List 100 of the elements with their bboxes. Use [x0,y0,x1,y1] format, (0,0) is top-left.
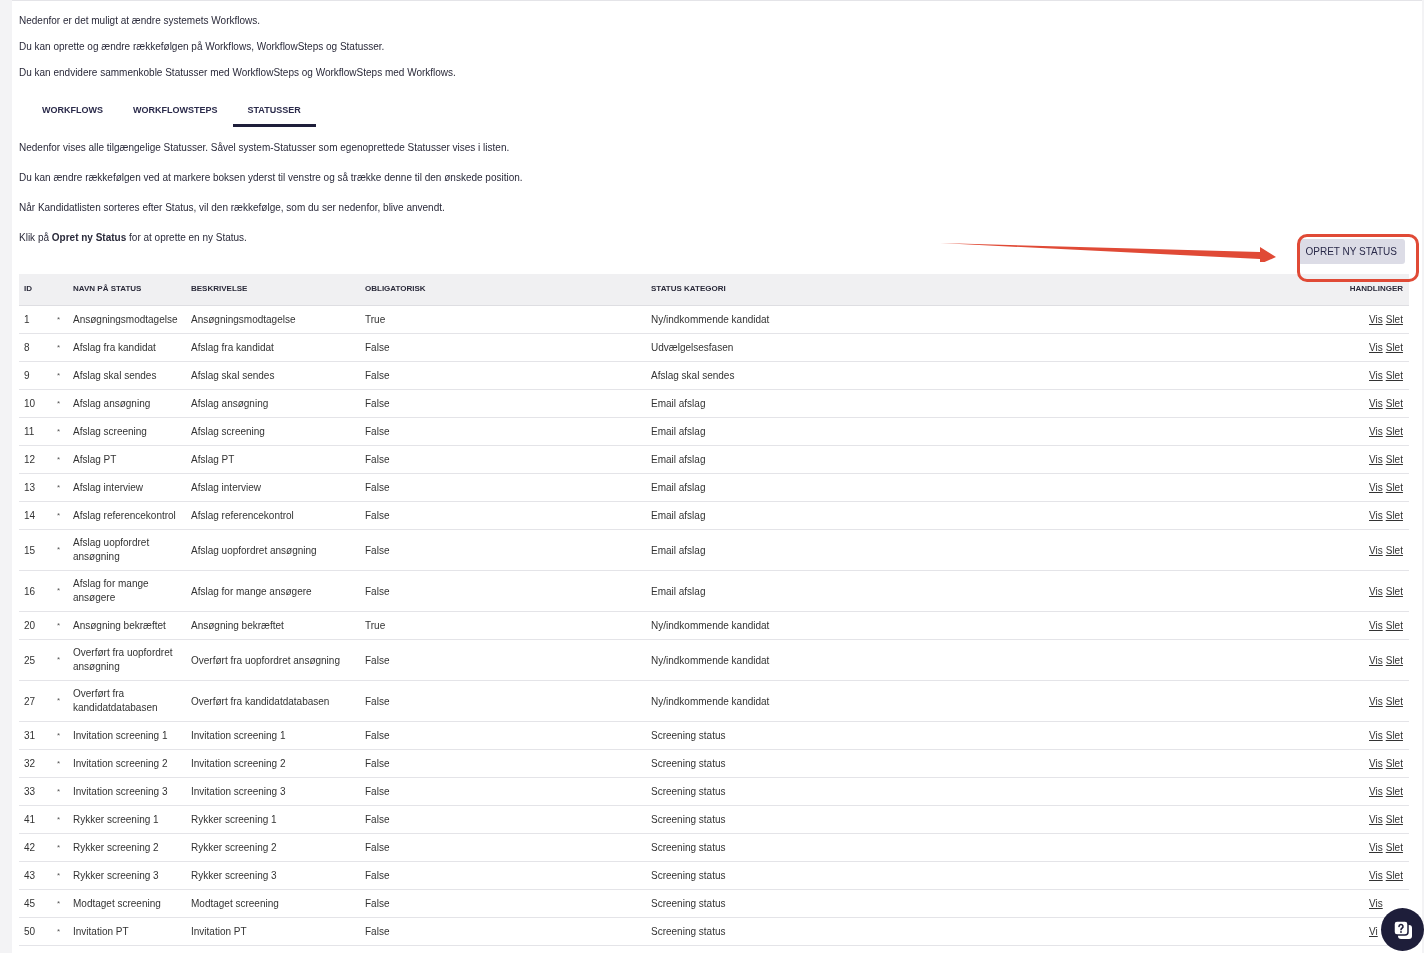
drag-handle[interactable]: * [57,396,73,411]
drag-handle[interactable]: * [57,653,73,667]
action-link[interactable]: Vis [1369,618,1383,633]
drag-handle[interactable]: * [57,368,73,383]
column-header: HANDLINGER [1289,273,1409,306]
column-header: NAVN PÅ STATUS [57,273,187,306]
drag-handle[interactable]: * [57,452,73,467]
table-cell: Screening status [651,926,726,937]
table-cell: False [365,544,390,556]
action-link[interactable]: Slet [1385,542,1403,558]
table-cell: False [365,870,390,881]
drag-handle[interactable]: * [57,312,73,327]
table-cell: 42 [24,842,36,853]
tab[interactable]: WORKFLOWS [27,104,118,127]
drag-handle[interactable]: * [57,543,73,557]
table-cell-text: Rykker screening 3 [73,868,160,883]
action-link[interactable]: Vis [1369,508,1383,523]
table-cell: Afslag ansøgning [191,398,269,409]
table-cell-text: Overført fra kandidatdatabasen [73,687,159,715]
table-cell: Ny/indkommende kandidat [651,314,770,325]
action-link[interactable]: Slet [1385,840,1403,855]
action-link[interactable]: Slet [1385,812,1403,827]
table-cell-text: Invitation PT [73,924,130,939]
table-cell-text: Afslag for mange ansøgere [73,577,150,605]
action-link[interactable]: Vis [1369,652,1383,668]
column-header: BESKRIVELSE [187,273,365,306]
drag-handle[interactable]: * [57,812,73,827]
action-link[interactable]: Slet [1385,396,1403,411]
action-link[interactable]: Vis [1369,452,1383,467]
create-status-button[interactable]: OPRET NY STATUS [1297,238,1405,264]
action-link[interactable]: Slet [1385,618,1403,633]
table-cell-text: Ansøgningsmodtagelse [73,312,179,327]
action-link[interactable]: Vis [1369,583,1383,599]
action-link[interactable]: Vis [1369,728,1383,743]
tab[interactable]: WORKFLOWSTEPS [118,104,233,127]
drag-handle[interactable]: * [57,896,73,911]
action-link[interactable]: Slet [1385,312,1403,327]
action-link[interactable]: Vis [1369,340,1383,355]
action-link[interactable]: Slet [1385,868,1403,883]
table-cell: False [365,814,390,825]
action-link[interactable]: Vis [1369,542,1383,558]
table-cell: Email afslag [651,426,706,437]
action-link[interactable]: Vis [1369,480,1383,495]
action-link[interactable]: Vis [1369,896,1383,911]
table-cell: False [365,695,390,707]
action-link[interactable]: Vis [1369,368,1383,383]
action-link[interactable]: Slet [1385,652,1403,668]
table-cell-text: Modtaget screening [73,896,162,911]
action-link[interactable]: Vis [1369,756,1383,771]
drag-handle[interactable]: * [57,694,73,708]
table-cell: True [365,314,386,325]
table-cell: Screening status [651,758,726,769]
drag-handle[interactable]: * [57,840,73,855]
action-link[interactable]: Vis [1369,868,1383,883]
drag-handle[interactable]: * [57,584,73,598]
column-header: OBLIGATORISK [365,273,651,306]
action-link[interactable]: Vis [1369,812,1383,827]
action-link[interactable]: Slet [1385,340,1403,355]
action-link[interactable]: Slet [1385,480,1403,495]
intro-text: Nedenfor er det muligt at ændre systemets Workflows. [19,14,262,28]
action-link[interactable]: Vis [1369,693,1383,709]
action-link[interactable]: Slet [1385,508,1403,523]
drag-handle[interactable]: * [57,784,73,799]
table-cell: Email afslag [651,544,706,556]
drag-handle[interactable]: * [57,340,73,355]
action-link[interactable]: Vis [1369,424,1383,439]
drag-handle[interactable]: * [57,618,73,633]
tab[interactable]: STATUSSER [232,104,316,127]
table-cell: False [365,585,390,597]
drag-handle[interactable]: * [57,756,73,771]
description-text: Når Kandidatlisten sorteres efter Status, vil den rækkefølge, som du ser nedenfor, blive anvendt. [19,200,445,215]
action-link[interactable]: Slet [1385,784,1403,799]
action-link[interactable]: Slet [1385,728,1403,743]
drag-handle[interactable]: * [57,508,73,523]
description-text: Du kan ændre rækkefølgen ved at markere boksen yderst til venstre og så trække denne til den ønskede position. [19,170,523,185]
action-link[interactable]: Slet [1385,756,1403,771]
drag-handle[interactable]: * [57,424,73,439]
table-cell: Afslag uopfordret ansøgning [191,544,317,556]
table-cell: Screening status [651,898,726,909]
action-link[interactable]: Vi [1369,924,1378,939]
drag-handle[interactable]: * [57,924,73,939]
table-cell: 1 [24,314,30,325]
action-link[interactable]: Vis [1369,784,1383,799]
table-cell: 9 [24,370,30,381]
action-link[interactable]: Slet [1385,452,1403,467]
drag-handle[interactable]: * [57,728,73,743]
action-link[interactable]: Vis [1369,312,1383,327]
table-cell: Ny/indkommende kandidat [651,654,770,666]
action-link[interactable]: Vis [1369,840,1383,855]
action-link[interactable]: Slet [1385,424,1403,439]
action-link[interactable]: Vis [1369,396,1383,411]
drag-handle[interactable]: * [57,480,73,495]
action-link[interactable]: Slet [1385,583,1403,599]
drag-handle[interactable]: * [57,868,73,883]
action-link[interactable]: Slet [1385,368,1403,383]
table-cell: Invitation screening 2 [191,758,286,769]
action-link[interactable]: Slet [1385,693,1403,709]
table-cell: 11 [24,426,35,437]
table-cell: Email afslag [651,398,706,409]
table-cell-text: Invitation screening 2 [73,756,169,771]
